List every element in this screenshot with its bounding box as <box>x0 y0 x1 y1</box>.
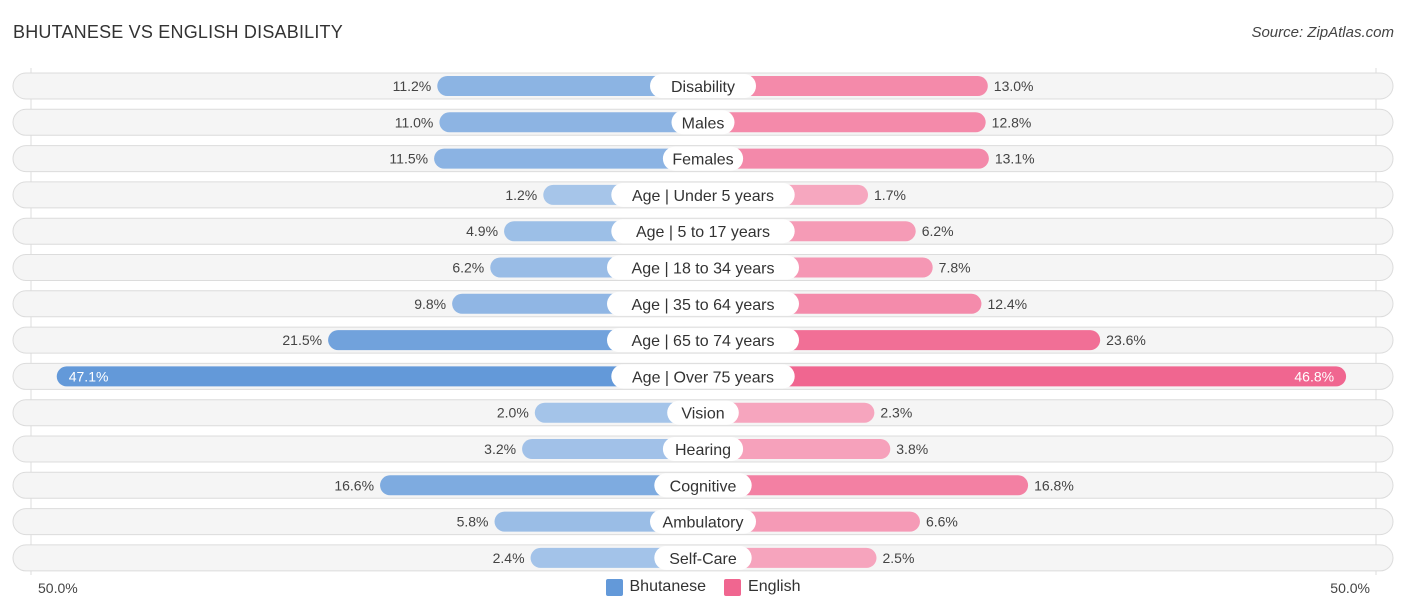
value-label-bhutanese: 11.5% <box>389 151 428 167</box>
bar-row: 3.2% 3.8% Hearing <box>12 435 1394 463</box>
legend: Bhutanese English <box>0 578 1406 596</box>
value-label-bhutanese: 47.1% <box>69 368 109 384</box>
bar-row: 21.5% 23.6% Age | 65 to 74 years <box>12 326 1394 354</box>
bar-bhutanese[interactable] <box>439 112 703 133</box>
bar-row: 11.2% 13.0% Disability <box>12 72 1394 100</box>
bar-row: 6.2% 7.8% Age | 18 to 34 years <box>12 254 1394 281</box>
value-label-bhutanese: 6.2% <box>452 260 484 276</box>
category-label: Age | 5 to 17 years <box>636 224 770 241</box>
legend-label-bhutanese: Bhutanese <box>629 578 707 595</box>
category-label: Age | Over 75 years <box>632 369 774 386</box>
bar-row: 11.5% 13.1% Females <box>12 145 1394 173</box>
value-label-english: 23.6% <box>1106 332 1146 348</box>
value-label-english: 12.4% <box>987 296 1027 312</box>
bar-english[interactable] <box>703 475 1029 496</box>
category-label: Self-Care <box>669 551 737 568</box>
bar-row: 2.4% 2.5% Self-Care <box>12 544 1394 572</box>
legend-label-english: English <box>748 578 801 595</box>
value-label-english: 16.8% <box>1034 477 1074 493</box>
category-label: Females <box>672 152 733 169</box>
category-label: Age | 18 to 34 years <box>632 261 775 278</box>
value-label-english: 7.8% <box>939 260 971 276</box>
legend-item-bhutanese[interactable]: Bhutanese <box>605 578 707 596</box>
value-label-english: 6.6% <box>926 514 958 530</box>
value-label-english: 1.7% <box>874 187 906 203</box>
bar-english[interactable] <box>703 366 1347 387</box>
category-label: Disability <box>671 79 735 96</box>
value-label-english: 12.8% <box>992 114 1032 130</box>
value-label-bhutanese: 2.4% <box>493 550 525 566</box>
value-label-bhutanese: 9.8% <box>414 296 446 312</box>
value-label-english: 13.1% <box>995 151 1035 167</box>
value-label-english: 3.8% <box>896 441 928 457</box>
diverging-bar-chart: 11.2% 13.0% Disability 11.0% 12.8% Males 11.5%… <box>12 68 1394 575</box>
value-label-bhutanese: 4.9% <box>466 223 498 239</box>
bar-row: 11.0% 12.8% Males <box>12 108 1394 136</box>
category-label: Age | 65 to 74 years <box>632 333 775 350</box>
category-label: Males <box>682 115 725 132</box>
value-label-english: 13.0% <box>994 78 1034 94</box>
category-label: Vision <box>681 406 724 423</box>
bar-english[interactable] <box>703 148 989 169</box>
bar-english[interactable] <box>703 112 986 133</box>
value-label-bhutanese: 2.0% <box>497 405 529 421</box>
category-label: Hearing <box>675 442 731 459</box>
category-label: Age | 35 to 64 years <box>632 297 775 314</box>
value-label-english: 6.2% <box>922 223 954 239</box>
bar-row: 2.0% 2.3% Vision <box>12 399 1394 427</box>
category-label: Ambulatory <box>663 515 744 532</box>
value-label-bhutanese: 16.6% <box>334 477 374 493</box>
value-label-bhutanese: 5.8% <box>457 514 489 530</box>
value-label-bhutanese: 11.0% <box>395 114 434 130</box>
bar-bhutanese[interactable] <box>434 148 703 169</box>
bar-row: 5.8% 6.6% Ambulatory <box>12 508 1394 536</box>
value-label-bhutanese: 1.2% <box>505 187 537 203</box>
legend-item-english[interactable]: English <box>724 578 801 596</box>
value-label-english: 2.3% <box>880 405 912 421</box>
category-label: Age | Under 5 years <box>632 188 774 205</box>
value-label-english: 2.5% <box>883 550 915 566</box>
value-label-bhutanese: 3.2% <box>484 441 516 457</box>
legend-swatch-bhutanese <box>605 578 623 596</box>
value-label-bhutanese: 11.2% <box>393 78 432 94</box>
bar-bhutanese[interactable] <box>56 366 704 387</box>
value-label-bhutanese: 21.5% <box>282 332 322 348</box>
category-label: Cognitive <box>670 478 737 495</box>
legend-swatch-english <box>724 578 742 596</box>
value-label-english: 46.8% <box>1294 368 1334 384</box>
bar-row: 1.2% 1.7% Age | Under 5 years <box>12 181 1394 209</box>
bar-row: 16.6% 16.8% Cognitive <box>12 471 1394 499</box>
bar-row: 47.1% 46.8% Age | Over 75 years <box>12 362 1394 390</box>
bar-row: 9.8% 12.4% Age | 35 to 64 years <box>12 290 1394 318</box>
bar-row: 4.9% 6.2% Age | 5 to 17 years <box>12 217 1394 245</box>
